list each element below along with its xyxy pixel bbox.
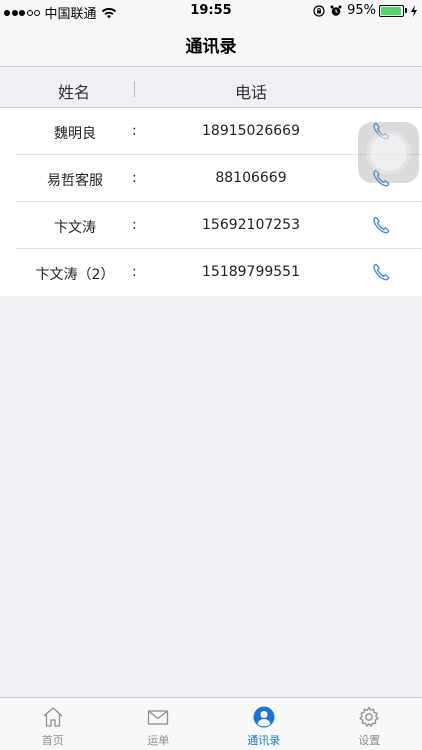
battery-level: [381, 6, 401, 15]
tab-label: 设置: [358, 734, 381, 747]
alarm-icon: [330, 5, 342, 16]
assistive-touch-inner: [370, 134, 407, 171]
page-title: 通讯录: [185, 36, 237, 57]
tab-waybill[interactable]: 运单: [106, 698, 212, 750]
column-header-name: 姓名: [57, 83, 90, 102]
column-header: 姓名 电话: [0, 66, 422, 108]
contact-phone: 18915026669: [202, 123, 300, 139]
contacts-icon: [253, 706, 275, 728]
mail-icon: [148, 710, 169, 725]
contact-phone: 15189799551: [202, 264, 300, 280]
contact-phone: 15692107253: [202, 217, 300, 233]
tab-bar: 首页 运单 通讯录 设置: [0, 697, 422, 750]
phone-call-icon[interactable]: [371, 215, 391, 235]
contact-name: 易哲客服: [47, 173, 103, 189]
home-icon: [43, 707, 63, 727]
contact-phone: 88106669: [215, 170, 287, 186]
battery-percentage: 95%: [347, 3, 376, 18]
tab-label: 通讯录: [247, 734, 281, 747]
tab-contacts[interactable]: 通讯录: [211, 698, 317, 750]
contact-name: 卞文涛: [54, 220, 96, 236]
tab-settings[interactable]: 设置: [317, 698, 422, 750]
contact-row[interactable]: 卞文涛 : 15692107253: [0, 202, 422, 249]
tab-label: 首页: [41, 734, 64, 747]
contact-name: 卞文涛（2）: [35, 267, 115, 283]
navigation-bar: 通讯录: [0, 22, 422, 66]
contact-row[interactable]: 卞文涛（2） : 15189799551: [0, 249, 422, 296]
status-bar: 中国联通 19:55 95%: [0, 0, 422, 22]
battery-icon: [379, 4, 404, 17]
charging-bolt-icon: [411, 4, 417, 17]
gear-icon: [359, 706, 379, 727]
column-header-phone: 电话: [234, 83, 267, 102]
assistive-touch-button[interactable]: [358, 122, 419, 183]
rotation-lock-icon: [313, 4, 325, 17]
battery-tip: [405, 8, 407, 13]
contact-name: 魏明良: [54, 126, 96, 142]
phone-call-icon[interactable]: [371, 262, 391, 282]
tab-label: 运单: [147, 734, 170, 747]
tab-home[interactable]: 首页: [0, 698, 106, 750]
status-right: 95%: [313, 3, 418, 18]
